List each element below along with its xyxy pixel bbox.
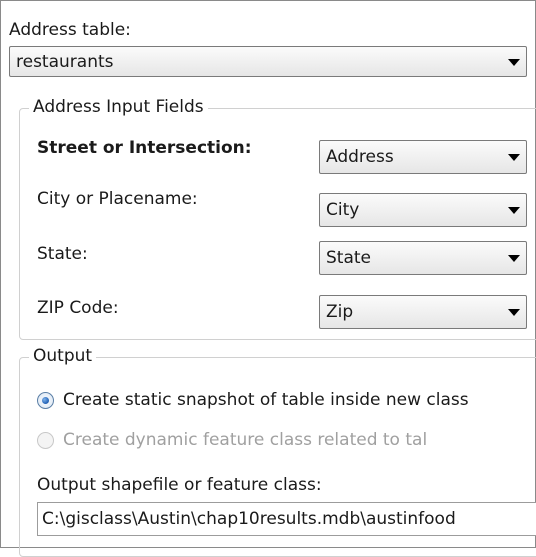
address-table-value: restaurants bbox=[16, 51, 114, 72]
state-label: State: bbox=[37, 244, 88, 264]
static-snapshot-radio[interactable] bbox=[37, 392, 54, 409]
address-input-fields-legend: Address Input Fields bbox=[29, 97, 208, 117]
static-snapshot-label[interactable]: Create static snapshot of table inside n… bbox=[63, 390, 469, 410]
zip-field-dropdown[interactable]: Zip bbox=[319, 295, 527, 329]
chevron-down-icon bbox=[508, 207, 520, 214]
state-field-dropdown[interactable]: State bbox=[319, 241, 527, 275]
city-field-dropdown[interactable]: City bbox=[319, 193, 527, 227]
dynamic-feature-radio[interactable] bbox=[37, 432, 54, 449]
zip-field-value: Zip bbox=[326, 302, 354, 322]
zip-label: ZIP Code: bbox=[37, 298, 119, 318]
output-path-value: C:\gisclass\Austin\chap10results.mdb\aus… bbox=[42, 509, 456, 529]
output-path-label: Output shapefile or feature class: bbox=[37, 475, 322, 495]
street-label: Street or Intersection: bbox=[37, 138, 252, 158]
output-legend: Output bbox=[29, 346, 97, 366]
radio-selected-dot bbox=[42, 397, 49, 404]
dynamic-feature-label: Create dynamic feature class related to … bbox=[63, 430, 428, 450]
address-table-label: Address table: bbox=[9, 20, 131, 40]
address-settings-panel: Address table: restaurants Address Input… bbox=[0, 0, 536, 557]
chevron-down-icon bbox=[508, 154, 520, 161]
street-field-value: Address bbox=[326, 147, 394, 167]
city-field-value: City bbox=[326, 200, 360, 220]
street-field-dropdown[interactable]: Address bbox=[319, 140, 527, 174]
city-label: City or Placename: bbox=[37, 189, 198, 209]
chevron-down-icon bbox=[508, 309, 520, 316]
address-table-dropdown[interactable]: restaurants bbox=[9, 46, 527, 77]
state-field-value: State bbox=[326, 248, 371, 268]
output-path-input[interactable]: C:\gisclass\Austin\chap10results.mdb\aus… bbox=[37, 502, 536, 536]
chevron-down-icon bbox=[508, 58, 520, 66]
chevron-down-icon bbox=[508, 255, 520, 262]
